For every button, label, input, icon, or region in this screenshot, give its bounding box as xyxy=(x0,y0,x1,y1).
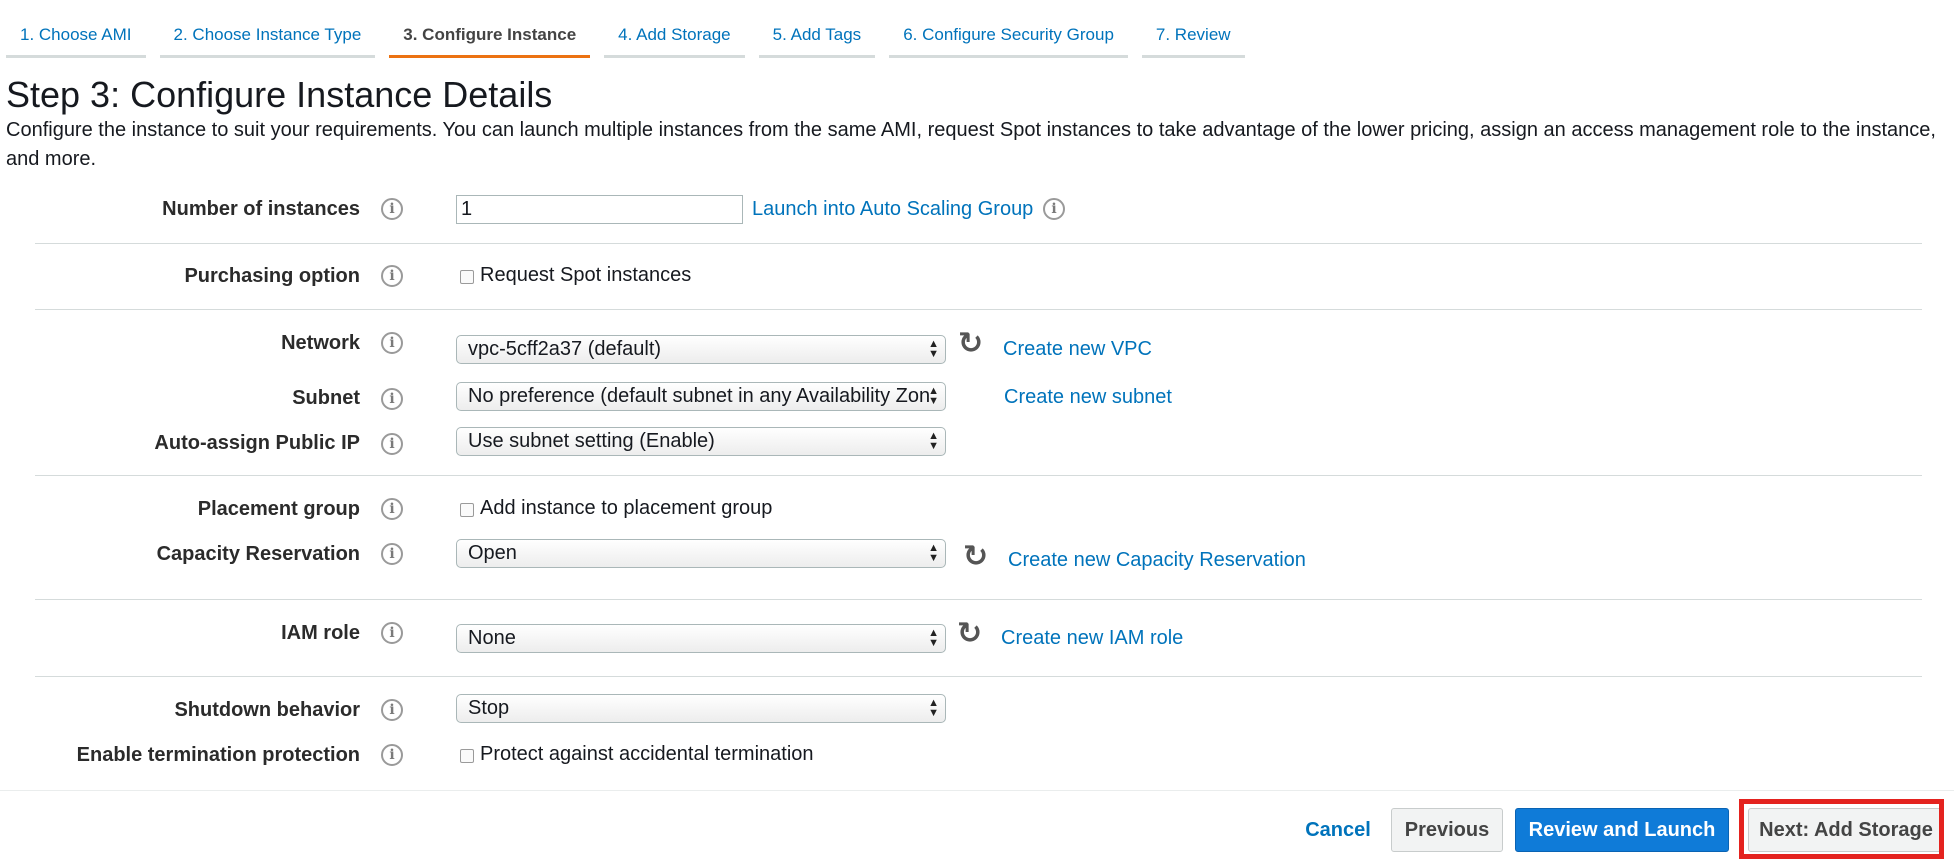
request-spot-label: Request Spot instances xyxy=(480,264,692,286)
launch-auto-scaling-link[interactable]: Launch into Auto Scaling Group xyxy=(752,198,1033,221)
wizard-tabs: 1. Choose AMI 2. Choose Instance Type 3.… xyxy=(6,0,1259,58)
tab-configure-instance[interactable]: 3. Configure Instance xyxy=(389,0,591,58)
select-arrows-icon: ▲ ▼ xyxy=(928,542,939,564)
number-of-instances-label: Number of instances xyxy=(162,198,360,220)
placement-group-checkbox-label: Add instance to placement group xyxy=(480,497,773,519)
refresh-icon[interactable]: ↻ xyxy=(963,542,988,572)
cancel-button[interactable]: Cancel xyxy=(1290,808,1386,852)
capacity-reservation-label: Capacity Reservation xyxy=(156,543,360,565)
create-capacity-reservation-link[interactable]: Create new Capacity Reservation xyxy=(1008,549,1306,572)
divider xyxy=(35,599,1922,600)
tab-label: 7. Review xyxy=(1155,24,1231,44)
create-iam-role-link[interactable]: Create new IAM role xyxy=(1001,627,1183,650)
request-spot-checkbox[interactable] xyxy=(460,270,474,284)
divider xyxy=(35,309,1922,310)
tab-configure-security-group[interactable]: 6. Configure Security Group xyxy=(889,0,1128,58)
tab-label: 1. Choose AMI xyxy=(20,24,132,44)
info-icon[interactable]: i xyxy=(381,622,403,644)
iam-role-select[interactable]: None ▲ ▼ xyxy=(456,624,946,653)
create-subnet-link[interactable]: Create new subnet xyxy=(1004,386,1172,409)
select-arrows-icon: ▲ ▼ xyxy=(928,697,939,719)
divider xyxy=(35,676,1922,677)
refresh-icon[interactable]: ↻ xyxy=(957,619,982,649)
info-icon[interactable]: i xyxy=(381,433,403,455)
subnet-label: Subnet xyxy=(292,387,360,409)
next-add-storage-button[interactable]: Next: Add Storage xyxy=(1748,808,1944,852)
termination-protection-checkbox[interactable] xyxy=(460,749,474,763)
tab-label: 5. Add Tags xyxy=(772,24,862,44)
select-arrows-icon: ▲ ▼ xyxy=(928,338,939,360)
tab-review[interactable]: 7. Review xyxy=(1141,0,1245,58)
info-icon[interactable]: i xyxy=(381,198,403,220)
select-arrows-icon: ▲ ▼ xyxy=(928,385,939,407)
info-icon[interactable]: i xyxy=(381,332,403,354)
info-icon[interactable]: i xyxy=(381,498,403,520)
row-purchasing-option: Purchasing option i Request Spot instanc… xyxy=(0,257,1954,297)
page-title: Step 3: Configure Instance Details xyxy=(6,74,553,115)
number-of-instances-input[interactable] xyxy=(456,195,743,224)
tab-label: 3. Configure Instance xyxy=(403,24,577,44)
tab-label: 4. Add Storage xyxy=(618,24,731,44)
info-icon[interactable]: i xyxy=(381,699,403,721)
select-arrows-icon: ▲ ▼ xyxy=(928,430,939,452)
capacity-reservation-select-value: Open xyxy=(468,542,517,564)
capacity-reservation-select[interactable]: Open ▲ ▼ xyxy=(456,539,946,568)
row-subnet: Subnet i No preference (default subnet i… xyxy=(0,378,1954,418)
info-icon[interactable]: i xyxy=(381,744,403,766)
iam-role-select-value: None xyxy=(468,627,516,649)
tab-choose-ami[interactable]: 1. Choose AMI xyxy=(6,0,146,58)
shutdown-behavior-select-value: Stop xyxy=(468,697,510,719)
previous-button[interactable]: Previous xyxy=(1391,808,1503,852)
row-auto-assign-ip: Auto-assign Public IP i Use subnet setti… xyxy=(0,423,1954,463)
refresh-icon[interactable]: ↻ xyxy=(958,329,983,359)
row-termination-protection: Enable termination protection i Protect … xyxy=(0,736,1954,776)
purchasing-option-label: Purchasing option xyxy=(184,265,360,287)
info-icon[interactable]: i xyxy=(381,543,403,565)
info-icon[interactable]: i xyxy=(1043,198,1065,220)
tab-label: 2. Choose Instance Type xyxy=(173,24,362,44)
termination-protection-checkbox-label: Protect against accidental termination xyxy=(480,743,814,765)
tab-label: 6. Configure Security Group xyxy=(903,24,1114,44)
placement-group-label: Placement group xyxy=(197,498,360,520)
placement-group-checkbox[interactable] xyxy=(460,503,474,517)
row-number-of-instances: Number of instances i Launch into Auto S… xyxy=(0,190,1954,230)
auto-assign-ip-select-value: Use subnet setting (Enable) xyxy=(468,430,715,452)
subnet-select[interactable]: No preference (default subnet in any Ava… xyxy=(456,382,946,411)
termination-protection-label: Enable termination protection xyxy=(76,744,360,766)
row-shutdown-behavior: Shutdown behavior i Stop ▲ ▼ xyxy=(0,691,1954,731)
network-label: Network xyxy=(281,332,360,354)
select-arrows-icon: ▲ ▼ xyxy=(928,627,939,649)
row-capacity-reservation: Capacity Reservation i Open ▲ ▼ ↻ Create … xyxy=(0,535,1954,575)
tab-add-storage[interactable]: 4. Add Storage xyxy=(604,0,745,58)
shutdown-behavior-select[interactable]: Stop ▲ ▼ xyxy=(456,694,946,723)
auto-assign-ip-select[interactable]: Use subnet setting (Enable) ▲ ▼ xyxy=(456,427,946,456)
info-icon[interactable]: i xyxy=(381,388,403,410)
page-description: Configure the instance to suit your requ… xyxy=(6,119,1936,170)
divider xyxy=(35,475,1922,476)
network-select[interactable]: vpc-5cff2a37 (default) ▲ ▼ xyxy=(456,335,946,364)
info-icon[interactable]: i xyxy=(381,265,403,287)
tab-add-tags[interactable]: 5. Add Tags xyxy=(758,0,876,58)
footer-divider xyxy=(0,790,1954,791)
tab-choose-instance-type[interactable]: 2. Choose Instance Type xyxy=(159,0,376,58)
auto-assign-ip-label: Auto-assign Public IP xyxy=(154,432,360,454)
network-select-value: vpc-5cff2a37 (default) xyxy=(468,338,662,360)
shutdown-behavior-label: Shutdown behavior xyxy=(174,699,360,721)
iam-role-label: IAM role xyxy=(281,622,360,644)
create-vpc-link[interactable]: Create new VPC xyxy=(1003,338,1152,361)
row-placement-group: Placement group i Add instance to placem… xyxy=(0,490,1954,530)
row-network: Network i vpc-5cff2a37 (default) ▲ ▼ ↻ Cr… xyxy=(0,324,1954,364)
review-and-launch-button[interactable]: Review and Launch xyxy=(1515,808,1729,852)
row-iam-role: IAM role i None ▲ ▼ ↻ Create new IAM role xyxy=(0,614,1954,654)
subnet-select-value: No preference (default subnet in any Ava… xyxy=(468,385,931,407)
divider xyxy=(35,243,1922,244)
